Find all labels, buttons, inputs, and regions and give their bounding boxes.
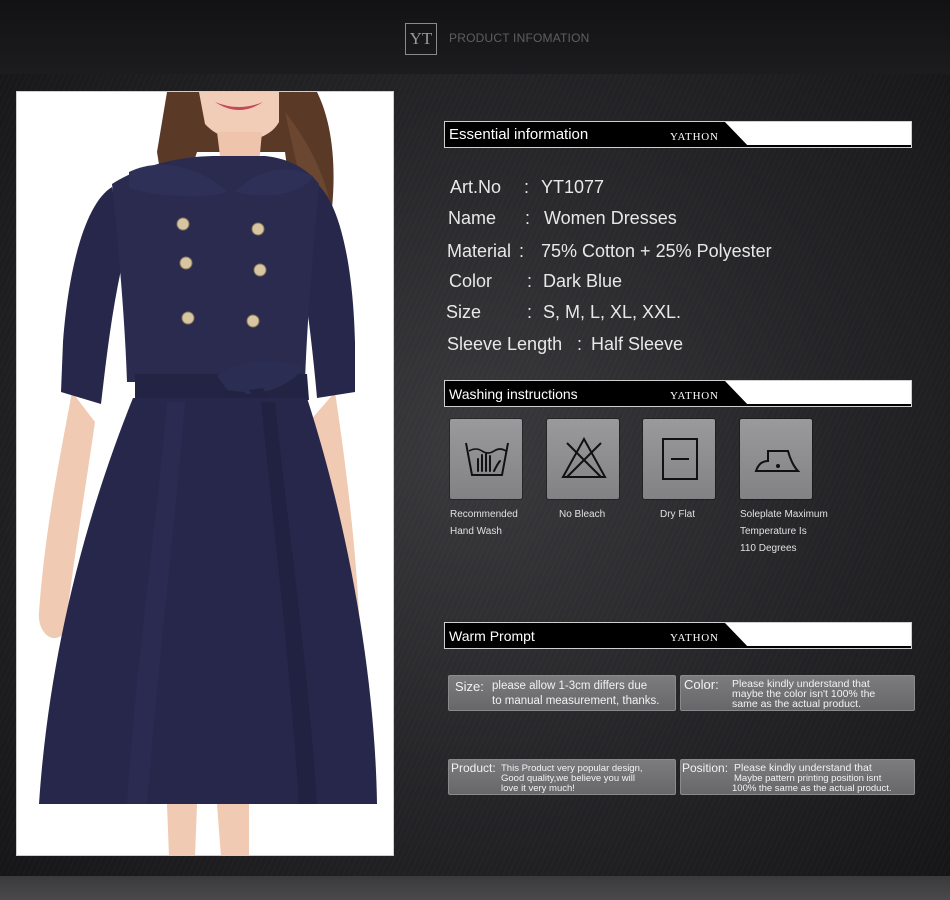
info-value: Half Sleeve — [591, 334, 684, 354]
dry-flat-icon — [643, 419, 715, 499]
hand-wash-icon — [450, 419, 522, 499]
prompt-line: love it very much! — [501, 783, 575, 794]
wash-label-line: Temperature Is — [740, 526, 807, 537]
brand-logo: YT — [405, 23, 437, 55]
info-value: S, M, L, XL, XXL. — [543, 302, 682, 322]
washing-instructions-header: Washing instructions YATHON — [444, 380, 912, 407]
info-row-color: Color : Dark Blue — [447, 271, 622, 292]
section-title: Warm Prompt — [449, 628, 535, 644]
prompt-key: Position: — [682, 761, 729, 775]
prompt-key: Size: — [455, 679, 484, 694]
prompt-line: same as the actual product. — [732, 698, 861, 710]
prompt-line: please allow 1-3cm differs due — [492, 680, 648, 692]
wash-label-line: Soleplate Maximum — [740, 509, 828, 520]
info-colon: : — [525, 208, 531, 228]
wash-label: No Bleach — [559, 506, 605, 523]
info-label: Material — [447, 241, 512, 261]
prompt-line: Please kindly understand that — [734, 762, 872, 774]
divider — [445, 145, 911, 147]
prompt-position: Position: Please kindly understand that … — [680, 759, 915, 795]
info-label: Art.No — [450, 177, 502, 197]
wash-label: Recommended Hand Wash — [450, 506, 518, 540]
divider — [445, 646, 911, 648]
info-colon: : — [524, 177, 530, 197]
wash-label-line: Hand Wash — [450, 526, 502, 537]
no-bleach-icon — [547, 419, 619, 499]
prompt-line: to manual measurement, thanks. — [492, 695, 660, 707]
wash-label-line: No Bleach — [559, 509, 606, 520]
info-colon: : — [527, 271, 533, 291]
dress-illustration — [38, 92, 377, 855]
page-title: PRODUCT INFOMATION — [449, 31, 590, 45]
prompt-size: Size: please allow 1-3cm differs due to … — [448, 675, 676, 711]
info-row-art-no: Art.No : YT1077 — [447, 177, 604, 198]
section-title: Washing instructions — [449, 386, 578, 402]
info-label: Color — [449, 271, 493, 291]
info-colon: : — [577, 334, 583, 354]
wash-label: Dry Flat — [660, 506, 695, 523]
wash-label: Soleplate Maximum Temperature Is 110 Deg… — [740, 506, 828, 557]
section-title: Essential information — [449, 126, 589, 143]
info-row-size: Size : S, M, L, XL, XXL. — [446, 302, 681, 323]
info-colon: : — [527, 302, 533, 322]
footer-bar — [0, 876, 950, 900]
info-value: Women Dresses — [544, 208, 677, 228]
info-row-name: Name : Women Dresses — [447, 208, 677, 229]
header-bar: YT PRODUCT INFOMATION — [0, 0, 950, 74]
wash-label-line: Dry Flat — [660, 509, 695, 520]
info-colon: : — [519, 241, 525, 261]
product-photo — [16, 91, 394, 856]
prompt-key: Product: — [451, 761, 496, 775]
brand-name: YATHON — [670, 632, 719, 644]
wash-label-line: Recommended — [450, 509, 518, 520]
prompt-color: Color: Please kindly understand that may… — [680, 675, 915, 711]
brand-name: YATHON — [670, 131, 719, 143]
wash-label-line: 110 Degrees — [740, 543, 797, 554]
info-row-sleeve-length: Sleeve Length : Half Sleeve — [447, 334, 683, 355]
essential-info-header: Essential information YATHON — [444, 121, 912, 148]
info-value: Dark Blue — [543, 271, 623, 291]
divider — [445, 404, 911, 406]
brand-name: YATHON — [670, 390, 719, 402]
info-row-material: Material : 75% Cotton + 25% Polyester — [447, 241, 772, 262]
prompt-key: Color: — [684, 677, 719, 692]
iron-icon — [740, 419, 812, 499]
logo-text: YT — [409, 29, 433, 48]
info-value: 75% Cotton + 25% Polyester — [541, 241, 772, 261]
info-label: Name — [448, 208, 497, 228]
info-value: YT1077 — [541, 177, 605, 197]
prompt-product: Product: This Product very popular desig… — [448, 759, 676, 795]
info-label: Sleeve Length — [447, 334, 563, 354]
info-label: Size — [446, 302, 482, 322]
prompt-line: 100% the same as the actual product. — [732, 783, 892, 794]
warm-prompt-header: Warm Prompt YATHON — [444, 622, 912, 649]
